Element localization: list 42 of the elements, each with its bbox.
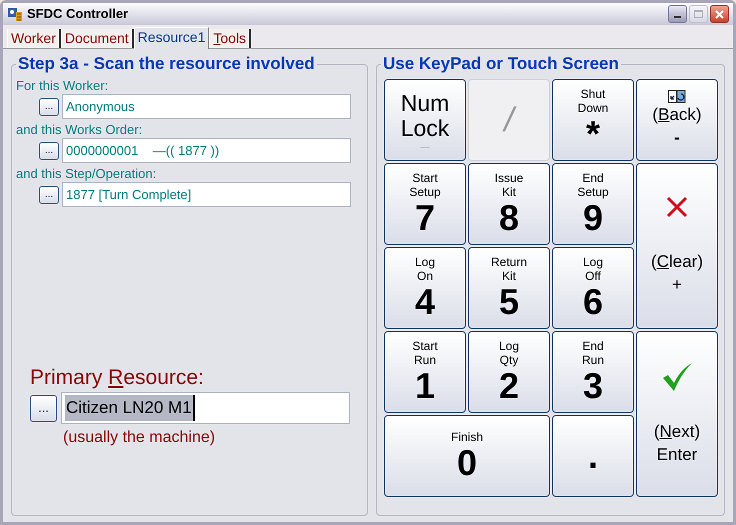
input-field[interactable]: 0000000001 —(( 1877 )) [62, 138, 351, 163]
keypad-key[interactable]: Issue Kit 8 [468, 163, 550, 245]
field-label: and this Works Order: [16, 122, 142, 138]
keypad-key[interactable]: (Clear) + [636, 163, 718, 329]
keypad-key[interactable]: Start Setup 7 [384, 163, 466, 245]
field-label: Primary Resource: [30, 366, 204, 390]
browse-button[interactable]: ... [39, 186, 59, 204]
app-icon [7, 6, 23, 22]
keypad-key[interactable]: Log Off 6 [552, 247, 634, 329]
field-label: For this Worker: [16, 78, 108, 94]
maximize-icon [694, 10, 703, 18]
keypad-key[interactable]: Log Qty 2 [468, 331, 550, 413]
hint-text: (usually the machine) [63, 428, 216, 448]
keypad-key[interactable]: Return Kit 5 [468, 247, 550, 329]
window-title: SFDC Controller [27, 5, 128, 24]
keypad-key[interactable]: (Back) - [636, 79, 718, 161]
back-icon [668, 90, 686, 104]
keypad-key[interactable]: End Setup 9 [552, 163, 634, 245]
field-label: and this Step/Operation: [16, 166, 156, 182]
tab[interactable]: Tools [209, 29, 252, 48]
close-icon [715, 10, 724, 18]
clear-icon [665, 195, 689, 219]
browse-button[interactable]: ... [30, 394, 57, 422]
browse-button[interactable]: ... [39, 98, 59, 116]
keypad-key[interactable]: Start Run 1 [384, 331, 466, 413]
browse-button[interactable]: ... [39, 142, 59, 160]
keypad-key[interactable]: (Next) Enter [636, 331, 718, 497]
minimize-button[interactable] [668, 5, 687, 23]
tab[interactable]: Resource1 [134, 27, 210, 49]
tab[interactable]: Document [60, 29, 134, 48]
input-field[interactable]: Anonymous [62, 94, 351, 119]
keypad-key[interactable]: . [552, 415, 634, 497]
keypad-key[interactable]: Log On 4 [384, 247, 466, 329]
input-field[interactable]: 1877 [Turn Complete] [62, 182, 351, 207]
keypad-key[interactable]: End Run 3 [552, 331, 634, 413]
minimize-icon [674, 16, 681, 18]
check-icon [661, 361, 693, 393]
tab[interactable]: Worker [7, 29, 61, 48]
keypad-key[interactable]: Finish 0 [384, 415, 550, 497]
close-button[interactable] [710, 5, 729, 23]
input-field[interactable]: Citizen LN20 M1 [61, 392, 350, 424]
keypad-key[interactable]: Shut Down * [552, 79, 634, 161]
